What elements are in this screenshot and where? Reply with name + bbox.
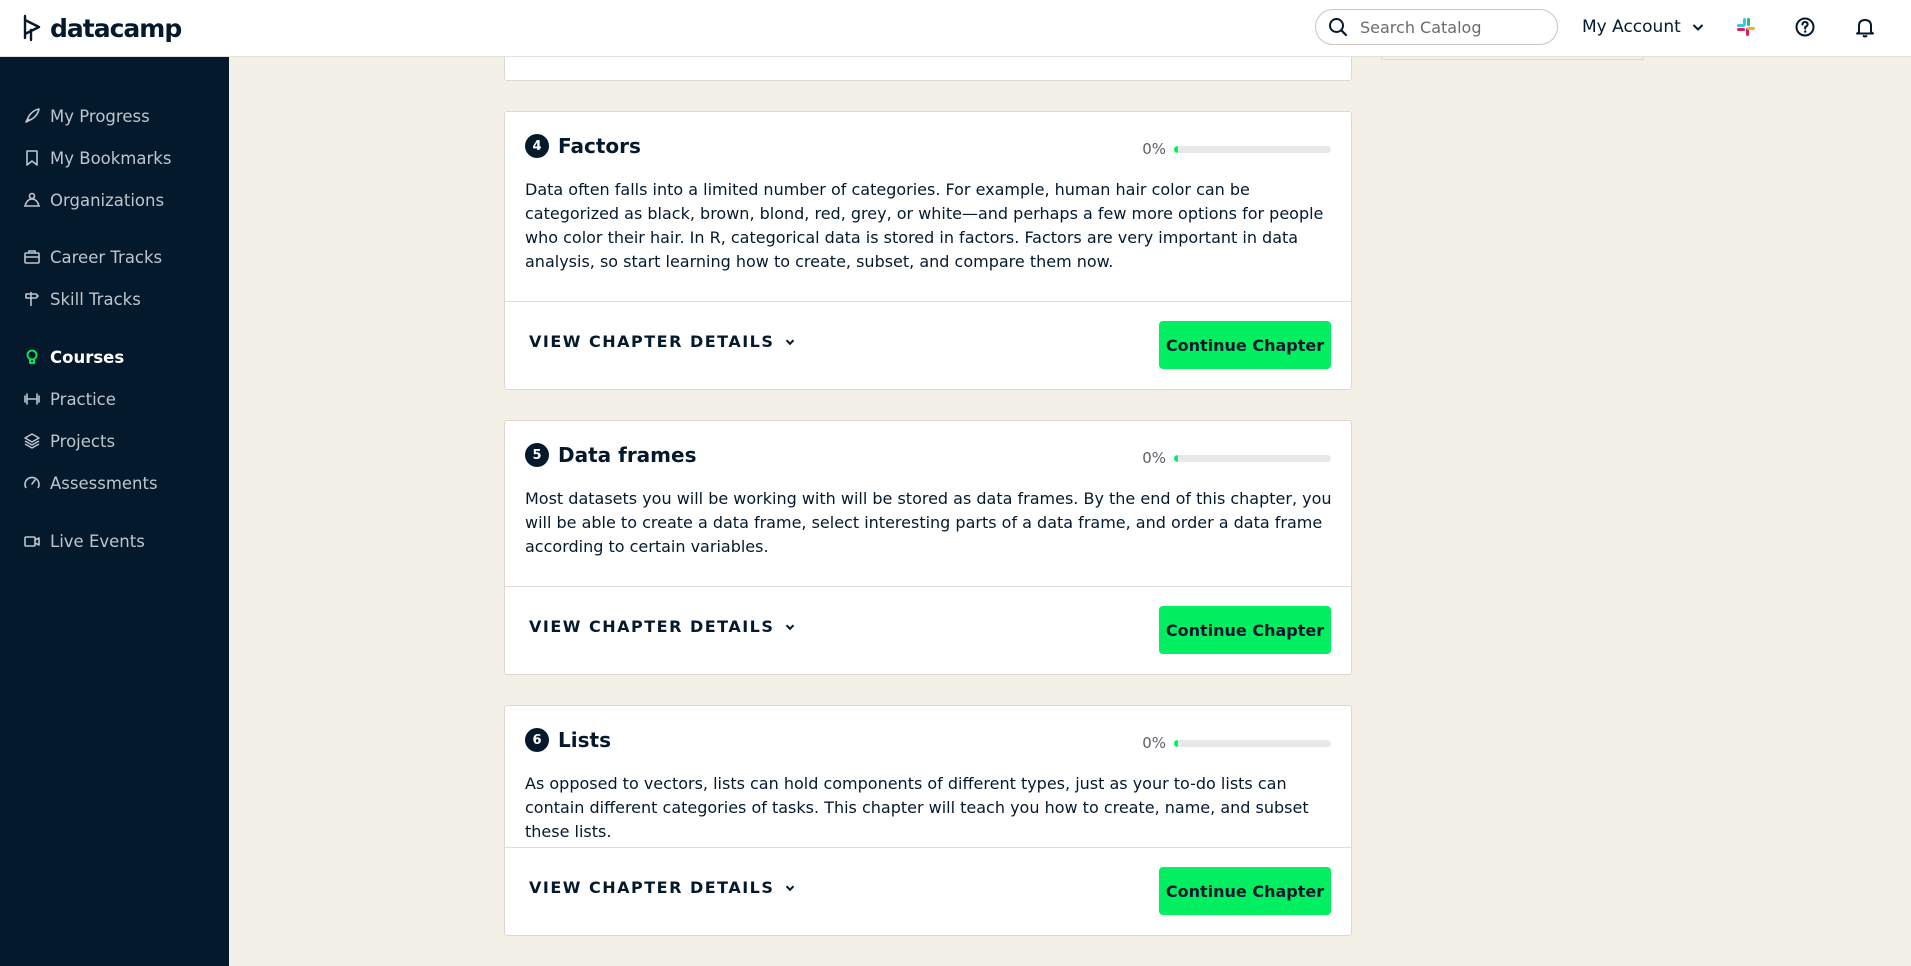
datacamp-logo-icon (23, 14, 41, 42)
sidebar-item-courses[interactable]: Courses (22, 343, 124, 371)
continue-chapter-button[interactable]: Continue Chapter (1159, 867, 1331, 915)
gauge-icon (22, 473, 42, 493)
chapter-progress: 0% (1142, 140, 1331, 158)
sidebar-item-label: Practice (50, 389, 116, 409)
sidebar-item-assessments[interactable]: Assessments (22, 469, 158, 497)
sidebar-item-label: Projects (50, 431, 116, 451)
bell-icon[interactable] (1852, 14, 1878, 40)
chapter-description: Data often falls into a limited number o… (525, 180, 1324, 271)
view-chapter-details-toggle[interactable]: VIEW CHAPTER DETAILS (529, 617, 796, 636)
datacamp-logo[interactable]: datacamp (22, 12, 182, 44)
chapter-card: 6 Lists 0% As opposed to vectors, lists … (504, 705, 1352, 936)
chapter-progress: 0% (1142, 449, 1331, 467)
sidebar-item-my-bookmarks[interactable]: My Bookmarks (22, 144, 171, 172)
lightbulb-icon (22, 347, 42, 367)
sidebar-item-label: My Progress (50, 106, 150, 126)
progress-bar (1174, 145, 1331, 153)
progress-percent: 0% (1142, 734, 1166, 752)
chapter-description: As opposed to vectors, lists can hold co… (525, 774, 1309, 841)
chevron-down-icon (1692, 24, 1703, 31)
chapter-number-badge: 4 (525, 134, 549, 158)
chapter-number-badge: 6 (525, 728, 549, 752)
chapter-title: Lists (558, 728, 611, 752)
chapter-card: 4 Factors 0% Data often falls into a lim… (504, 111, 1352, 390)
progress-bar (1174, 739, 1331, 747)
chapter-progress: 0% (1142, 734, 1331, 752)
sidebar-item-organizations[interactable]: Organizations (22, 186, 164, 214)
brand-name: datacamp (50, 13, 182, 43)
progress-percent: 0% (1142, 140, 1166, 158)
sidebar-item-label: Assessments (50, 473, 158, 493)
top-bar: datacamp My Account (0, 0, 1911, 57)
chapter-number-badge: 5 (525, 443, 549, 467)
chapter-description: Most datasets you will be working with w… (525, 489, 1332, 556)
signpost-icon (22, 289, 42, 309)
view-chapter-details-toggle[interactable]: VIEW CHAPTER DETAILS (529, 332, 796, 351)
sidebar: My Progress My Bookmarks Organizations C… (0, 57, 229, 966)
sidebar-item-label: Courses (50, 347, 125, 367)
chevron-down-icon (786, 885, 795, 891)
search-input[interactable] (1360, 17, 1540, 37)
dumbbell-icon (22, 389, 42, 409)
progress-percent: 0% (1142, 449, 1166, 467)
help-icon[interactable] (1792, 14, 1818, 40)
sidebar-item-career-tracks[interactable]: Career Tracks (22, 243, 162, 271)
chapter-card: 5 Data frames 0% Most datasets you will … (504, 420, 1352, 675)
slack-icon[interactable] (1733, 14, 1759, 40)
continue-chapter-button[interactable]: Continue Chapter (1159, 606, 1331, 654)
chevron-down-icon (786, 339, 795, 345)
my-account-menu[interactable]: My Account (1582, 14, 1705, 40)
chapter-title: Factors (558, 134, 641, 158)
sidebar-item-skill-tracks[interactable]: Skill Tracks (22, 285, 141, 313)
briefcase-icon (22, 247, 42, 267)
progress-bar (1174, 454, 1331, 462)
sidebar-item-label: Live Events (50, 531, 145, 551)
sidebar-item-label: Organizations (50, 190, 165, 210)
chapter-title: Data frames (558, 443, 697, 467)
sidebar-item-live-events[interactable]: Live Events (22, 527, 145, 555)
bookmark-icon (22, 148, 42, 168)
sidebar-item-label: My Bookmarks (50, 148, 172, 168)
sidebar-item-label: Skill Tracks (50, 289, 141, 309)
my-account-label: My Account (1582, 17, 1681, 37)
rocket-icon (22, 106, 42, 126)
video-icon (22, 531, 42, 551)
layers-icon (22, 431, 42, 451)
search-bar[interactable] (1315, 9, 1558, 45)
chevron-down-icon (786, 624, 795, 630)
continue-chapter-button[interactable]: Continue Chapter (1159, 321, 1331, 369)
sidebar-item-practice[interactable]: Practice (22, 385, 116, 413)
sidebar-item-projects[interactable]: Projects (22, 427, 115, 455)
view-chapter-details-toggle[interactable]: VIEW CHAPTER DETAILS (529, 878, 796, 897)
organization-icon (22, 190, 42, 210)
search-icon (1329, 18, 1348, 37)
sidebar-item-label: Career Tracks (50, 247, 163, 267)
sidebar-item-my-progress[interactable]: My Progress (22, 102, 150, 130)
